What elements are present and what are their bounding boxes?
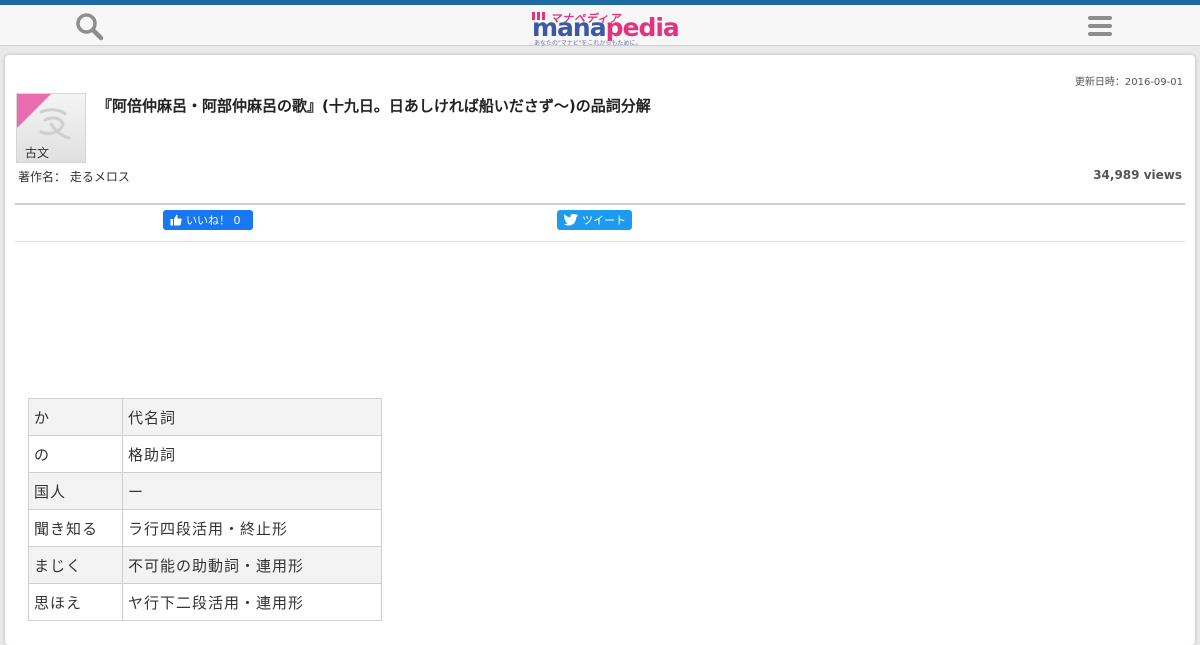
part-of-speech-cell: 不可能の助動詞・連用形 xyxy=(122,546,382,584)
thumbs-up-icon xyxy=(170,214,182,226)
part-of-speech-cell: ー xyxy=(122,472,382,510)
table-row: 国人ー xyxy=(28,472,382,510)
part-of-speech-cell: ラ行四段活用・終止形 xyxy=(122,509,382,547)
facebook-like-button[interactable]: いいね！ 0 xyxy=(163,210,253,230)
category-label: 古文 xyxy=(25,146,50,160)
view-count: 34,989 views xyxy=(1093,168,1182,182)
social-divider xyxy=(15,241,1185,242)
table-row: 思ほえ ヤ行下二段活用・連用形 xyxy=(28,583,382,621)
word-cell: まじく xyxy=(28,546,123,584)
word-cell: 国人 xyxy=(28,472,123,510)
article-card: 更新日時：2016-09-01 古文 『阿倍仲麻呂・阿部仲麻呂の歌』(十九日。日… xyxy=(5,55,1195,645)
site-header: マナペディア manapedia あなたの"マナビ"をこれからもために。 xyxy=(0,5,1200,47)
word-cell: 思ほえ xyxy=(28,583,123,621)
search-icon xyxy=(76,13,104,41)
twitter-bird-icon xyxy=(564,214,578,226)
part-of-speech-table: か代名詞の格助詞 国人ー聞き知る ラ行四段活用・終止形 まじく 不可能の助動詞・連用形思… xyxy=(28,398,382,621)
table-row: の格助詞 xyxy=(28,435,382,473)
author-name: 著作名： 走るメロス xyxy=(18,170,130,184)
logo-tagline: あなたの"マナビ"をこれからもために。 xyxy=(534,40,642,47)
table-row: 聞き知る ラ行四段活用・終止形 xyxy=(28,509,382,547)
section-divider xyxy=(15,203,1185,205)
menu-button[interactable] xyxy=(1086,13,1114,39)
part-of-speech-cell: 格助詞 xyxy=(122,435,382,473)
updated-date: 更新日時：2016-09-01 xyxy=(1074,77,1183,88)
search-button[interactable] xyxy=(74,11,104,41)
tweet-label: ツイート xyxy=(582,214,626,227)
part-of-speech-cell: ヤ行下二段活用・連用形 xyxy=(122,583,382,621)
hamburger-menu-icon xyxy=(1088,16,1112,36)
tweet-button[interactable]: ツイート xyxy=(557,210,632,230)
article-title: 『阿倍仲麻呂・阿部仲麻呂の歌』(十九日。日あしければ船いださず〜)の品詞分解 xyxy=(97,97,651,115)
category-thumbnail[interactable]: 古文 xyxy=(16,93,86,163)
table-row: まじく 不可能の助動詞・連用形 xyxy=(28,546,382,584)
word-cell: か xyxy=(28,398,123,436)
word-cell: の xyxy=(28,435,123,473)
part-of-speech-cell: 代名詞 xyxy=(122,398,382,436)
manapedia-logo[interactable]: マナペディア manapedia あなたの"マナビ"をこれからもために。 xyxy=(532,11,680,47)
calligraphy-glyph-icon xyxy=(39,108,71,140)
like-label: いいね！ 0 xyxy=(186,214,241,227)
word-cell: 聞き知る xyxy=(28,509,123,547)
table-row: か代名詞 xyxy=(28,398,382,436)
